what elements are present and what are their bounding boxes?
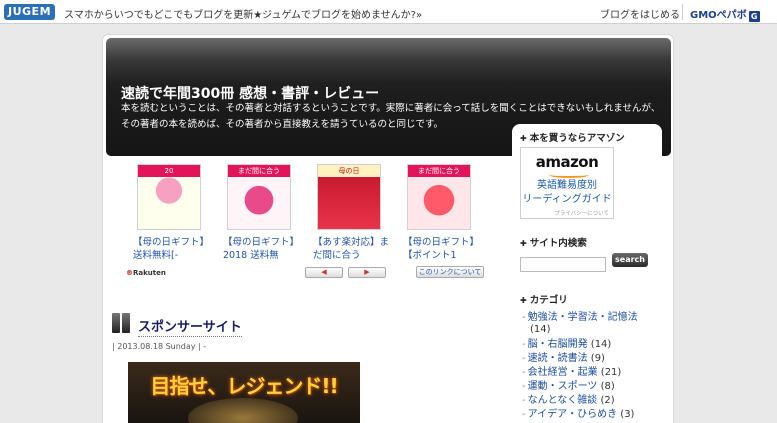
category-count: (21) xyxy=(600,367,622,378)
entry-title-link[interactable]: スポンサーサイト xyxy=(138,316,242,337)
ad-product-link[interactable]: 【母の日ギフト】【ポイント1 xyxy=(403,236,485,264)
banner-headline: 目指せ、レジェンド!! xyxy=(150,374,338,398)
amazon-subtitle: 英語難易度別 リーディングガイド xyxy=(521,179,613,207)
ad-about-link[interactable]: このリンクについて xyxy=(416,266,484,278)
gmo-pepabo-icon: G xyxy=(748,11,760,22)
rakuten-ad-strip: 20 【母の日ギフト】送料無料[- まだ間に合う 【母の日ギフト】2018 送料… xyxy=(118,160,488,282)
banner-art xyxy=(188,398,298,423)
category-item[interactable]: - アイデア・ひらめき (3) xyxy=(522,408,662,421)
category-link[interactable]: 勉強法・学習法・記憶法 xyxy=(528,312,638,323)
category-link[interactable]: なんとなく雑談 xyxy=(528,395,598,406)
category-item[interactable]: - 会社経営・起業 (21) xyxy=(522,366,662,379)
ad-item[interactable]: 20 【母の日ギフト】送料無料[- xyxy=(133,164,213,264)
ad-item[interactable]: 母の日 【あす楽対応】まだ間に合う xyxy=(313,164,393,264)
ad-image-badge: まだ間に合う xyxy=(408,165,470,177)
blog-title-link[interactable]: 速読で年間300冊 感想・書評・レビュー xyxy=(121,83,379,103)
category-link[interactable]: 会社経営・起業 xyxy=(528,367,598,378)
rakuten-label: Rakuten xyxy=(133,269,166,277)
ad-product-image[interactable]: まだ間に合う xyxy=(407,164,471,230)
category-item[interactable]: - 脳・右脳開発 (14) xyxy=(522,338,662,351)
category-count: (8) xyxy=(600,381,615,392)
ad-product-link[interactable]: 【母の日ギフト】2018 送料無 xyxy=(223,236,305,264)
category-item[interactable]: - 運動・スポーツ (8) xyxy=(522,380,662,393)
amazon-widget[interactable]: amazon 英語難易度別 リーディングガイド プライバシーについて xyxy=(520,147,614,219)
category-count: (14) xyxy=(590,339,612,350)
category-count: (14) xyxy=(530,324,551,335)
amazon-heading: 本を買うならアマゾン xyxy=(520,130,625,144)
amazon-subtitle-line2: リーディングガイド xyxy=(522,194,612,205)
start-blog-link[interactable]: ブログをはじめる xyxy=(600,6,680,21)
ad-item[interactable]: まだ間に合う 【母の日ギフト】【ポイント1 xyxy=(403,164,483,264)
amazon-subtitle-line1: 英語難易度別 xyxy=(537,180,597,191)
search-button[interactable]: search xyxy=(612,253,648,267)
top-bar: JUGEM スマホからいつでもどこでもブログを更新★ジュゲムでブログを始めません… xyxy=(0,0,777,24)
ad-image-badge: 20 xyxy=(138,165,200,177)
amazon-logo: amazon xyxy=(535,153,599,171)
category-item[interactable]: - なんとなく雑談 (2) xyxy=(522,394,662,407)
jugem-logo[interactable]: JUGEM xyxy=(4,4,56,20)
topbar-divider xyxy=(682,4,683,20)
entry-meta: | 2013.08.18 Sunday | - xyxy=(112,342,207,351)
ad-image-badge: 母の日 xyxy=(318,165,380,177)
category-link[interactable]: アイデア・ひらめき xyxy=(528,409,618,420)
rakuten-logo[interactable]: ®Rakuten xyxy=(126,269,166,277)
ad-product-image[interactable]: まだ間に合う xyxy=(227,164,291,230)
amazon-privacy-link[interactable]: プライバシーについて xyxy=(521,209,613,217)
category-count: (2) xyxy=(600,395,615,406)
site-search-heading: サイト内検索 xyxy=(520,235,587,249)
ad-product-link[interactable]: 【あす楽対応】まだ間に合う xyxy=(313,236,395,264)
ad-image-badge: まだ間に合う xyxy=(228,165,290,177)
category-item[interactable]: - 速読・読書法 (9) xyxy=(522,352,662,365)
gmo-pepabo-label: GMOペパボ xyxy=(690,10,747,21)
ad-product-image[interactable]: 20 xyxy=(137,164,201,230)
ad-prev-button[interactable]: ◀ xyxy=(305,267,343,278)
amazon-smile-icon xyxy=(549,172,589,178)
category-count: (9) xyxy=(590,353,605,364)
promo-tagline-link[interactable]: スマホからいつでもどこでもブログを更新★ジュゲムでブログを始めませんか?» xyxy=(64,6,422,21)
gmo-pepabo-link[interactable]: GMOペパボ G xyxy=(690,6,760,22)
category-link[interactable]: 速読・読書法 xyxy=(528,353,588,364)
ad-item[interactable]: まだ間に合う 【母の日ギフト】2018 送料無 xyxy=(223,164,303,264)
category-link[interactable]: 運動・スポーツ xyxy=(528,381,598,392)
category-link[interactable]: 脳・右脳開発 xyxy=(528,339,588,350)
ad-next-button[interactable]: ▶ xyxy=(348,267,386,278)
site-search-input[interactable] xyxy=(520,257,606,272)
category-item[interactable]: - 勉強法・学習法・記憶法 xyxy=(522,311,662,324)
category-count: (3) xyxy=(620,409,635,420)
entry-title-icon xyxy=(112,313,132,333)
category-heading: カテゴリ xyxy=(520,292,568,306)
ad-product-image[interactable]: 母の日 xyxy=(317,164,381,230)
game-ad-banner[interactable]: 目指せ、レジェンド!! xyxy=(128,362,360,423)
ad-product-link[interactable]: 【母の日ギフト】送料無料[- xyxy=(133,236,215,264)
